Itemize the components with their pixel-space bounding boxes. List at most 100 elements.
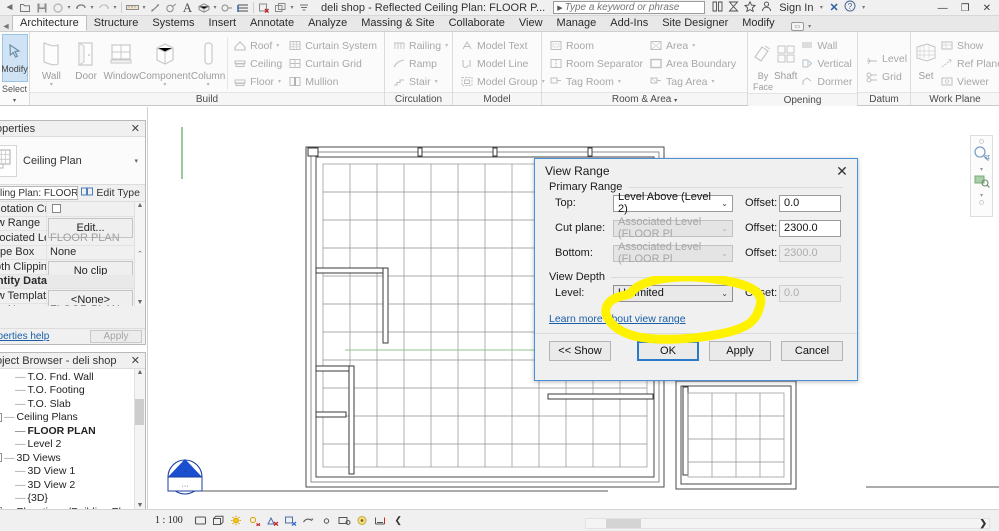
curtain-grid-button[interactable]: Curtain Grid [285, 55, 380, 72]
apply-button[interactable]: Apply [709, 341, 771, 361]
crop-view-icon[interactable] [284, 515, 297, 526]
properties-scrollbar[interactable]: ▲ ⌃ ▼ [134, 202, 145, 306]
wall-opening-button[interactable]: Wall [797, 37, 855, 54]
open-icon[interactable] [18, 1, 33, 15]
railing-dropdown-icon[interactable]: ▾ [445, 42, 448, 49]
tree-item-3d-views[interactable]: − — 3D Views [0, 451, 145, 465]
steering-wheel-icon[interactable] [979, 139, 984, 144]
roof-dropdown-icon[interactable]: ▾ [276, 42, 279, 49]
reveal-hidden-elements-icon[interactable] [356, 515, 369, 526]
project-browser[interactable]: Project Browser - deli shop ✕ — T.O. Fnd… [0, 352, 146, 531]
section-icon[interactable] [219, 1, 234, 15]
dormer-opening-button[interactable]: Dormer [797, 73, 855, 90]
tree-item-ceiling-plans[interactable]: − — Ceiling Plans [0, 411, 145, 425]
ref-plane-button[interactable]: Ref Plane [937, 55, 999, 72]
search-input[interactable] [564, 2, 705, 13]
set-work-plane-button[interactable]: Set [915, 35, 937, 82]
ribbon-scroll-left-icon[interactable]: ◄ [0, 21, 12, 31]
top-combo[interactable]: Level Above (Level 2) ⌄ [613, 191, 733, 215]
tree-item-3d-view-2[interactable]: — 3D View 2 [0, 478, 145, 492]
help-dropdown-icon[interactable]: ▾ [861, 4, 867, 11]
account-icon[interactable] [761, 1, 772, 15]
property-row[interactable]: Associated Le... FLOOR PLAN [0, 231, 134, 246]
instance-selector[interactable]: Ceiling Plan: FLOOR F▾ [0, 186, 79, 200]
detail-level-icon[interactable] [194, 515, 207, 526]
show-work-plane-button[interactable]: Show [937, 37, 999, 54]
undo-icon[interactable] [73, 1, 88, 15]
shadows-icon[interactable] [248, 515, 261, 526]
navigation-options-icon[interactable] [979, 200, 984, 205]
property-row[interactable]: Depth Clipping No clip [0, 260, 134, 281]
expand-icon[interactable]: ❮ [392, 515, 405, 526]
property-row[interactable]: View Template <None> [0, 289, 134, 306]
ribbon-display-dropdown-icon[interactable]: ▾ [807, 23, 813, 30]
cancel-button[interactable]: Cancel [781, 341, 843, 361]
scroll-collapse-icon[interactable]: ⌃ [137, 250, 143, 258]
floor-button[interactable]: Floor ▾ [230, 73, 285, 90]
vertical-opening-button[interactable]: Vertical [797, 55, 855, 72]
redo-dropdown-icon[interactable]: ▾ [112, 4, 118, 11]
favorites-icon[interactable] [744, 0, 757, 15]
pan-dropdown-icon[interactable]: ▾ [980, 192, 983, 199]
tree-item-to-fnd-wall[interactable]: — T.O. Fnd. Wall [0, 370, 145, 384]
room-area-panel-title[interactable]: Room & Area ▾ [542, 92, 747, 105]
scroll-right-icon[interactable]: ❯ [979, 518, 987, 529]
tab-massing-site[interactable]: Massing & Site [354, 16, 441, 31]
tag-icon[interactable] [164, 1, 179, 15]
door-button[interactable]: Door [69, 35, 104, 82]
tree-item-3d-default[interactable]: — {3D} [0, 492, 145, 506]
floor-dropdown-icon[interactable]: ▾ [278, 78, 281, 85]
tab-annotate[interactable]: Annotate [243, 16, 301, 31]
tag-room-button[interactable]: Tag Room ▾ [546, 73, 646, 90]
area-dropdown-icon[interactable]: ▾ [692, 42, 695, 49]
rendering-dialog-icon[interactable] [266, 515, 279, 526]
tab-collaborate[interactable]: Collaborate [442, 16, 512, 31]
save-icon[interactable] [34, 1, 49, 15]
ceiling-button[interactable]: Ceiling [230, 55, 285, 72]
default-3d-view-icon[interactable] [196, 1, 211, 15]
canvas-horizontal-scrollbar[interactable]: ❯ [585, 518, 990, 529]
infocenter-search-icon[interactable] [712, 1, 723, 15]
property-row[interactable]: Scope Box None [0, 245, 134, 260]
zoom-2d-icon[interactable]: 2D [973, 145, 992, 165]
view-range-dialog[interactable]: View Range ✕ Primary Range Top: Level Ab… [534, 158, 858, 381]
type-selector[interactable]: Ceiling Plan ▾ [0, 137, 145, 185]
tag-area-dropdown-icon[interactable]: ▾ [712, 78, 715, 85]
shaft-button[interactable]: Shaft [774, 35, 797, 82]
window-button[interactable]: Window [103, 35, 139, 82]
tag-area-button[interactable]: Tag Area ▾ [646, 73, 739, 90]
level-button[interactable]: Level [862, 51, 910, 68]
measure-dropdown-icon[interactable]: ▾ [141, 4, 147, 11]
model-group-button[interactable]: Model Group ▾ [457, 73, 548, 90]
ramp-button[interactable]: Ramp [389, 55, 451, 72]
stair-button[interactable]: Stair ▾ [389, 73, 451, 90]
column-button[interactable]: Column ▾ [191, 35, 226, 88]
tab-insert[interactable]: Insert [202, 16, 244, 31]
tree-item-level-2[interactable]: — Level 2 [0, 438, 145, 452]
scroll-down-icon[interactable]: ▼ [137, 502, 144, 509]
tab-view[interactable]: View [512, 16, 550, 31]
component-button[interactable]: Component ▾ [139, 35, 191, 88]
dialog-close-icon[interactable]: ✕ [831, 161, 853, 181]
tree-item-to-slab[interactable]: — T.O. Slab [0, 397, 145, 411]
properties-close-icon[interactable]: ✕ [131, 122, 140, 135]
sign-in-dropdown-icon[interactable]: ▾ [818, 4, 824, 11]
visual-style-icon[interactable] [212, 515, 225, 526]
sun-path-icon[interactable] [230, 515, 243, 526]
text-icon[interactable]: A [180, 1, 195, 15]
roof-button[interactable]: Roof ▾ [230, 37, 285, 54]
scroll-up-icon[interactable]: ▲ [137, 369, 144, 376]
chevron-down-icon[interactable]: ⌄ [721, 199, 732, 208]
room-button[interactable]: Room [546, 37, 646, 54]
model-text-button[interactable]: Model Text [457, 37, 548, 54]
search-dropdown-icon[interactable]: ▶ [557, 4, 562, 12]
canvas-hscroll-thumb[interactable] [606, 519, 641, 528]
annotation-crop-checkbox[interactable] [52, 204, 61, 214]
ribbon-options[interactable]: ▭ ▾ [790, 22, 813, 31]
property-value[interactable] [47, 202, 134, 216]
wall-dropdown-icon[interactable]: ▾ [50, 82, 53, 88]
railing-button[interactable]: Railing ▾ [389, 37, 451, 54]
show-crop-region-icon[interactable] [302, 515, 315, 526]
infocenter-icons[interactable]: Sign In ▾ ✕ ? ▾ [712, 0, 866, 15]
quick-access-toolbar[interactable]: ◄ ▾ ▾ ▾ ▾ A ▾ ▾ [0, 0, 311, 16]
